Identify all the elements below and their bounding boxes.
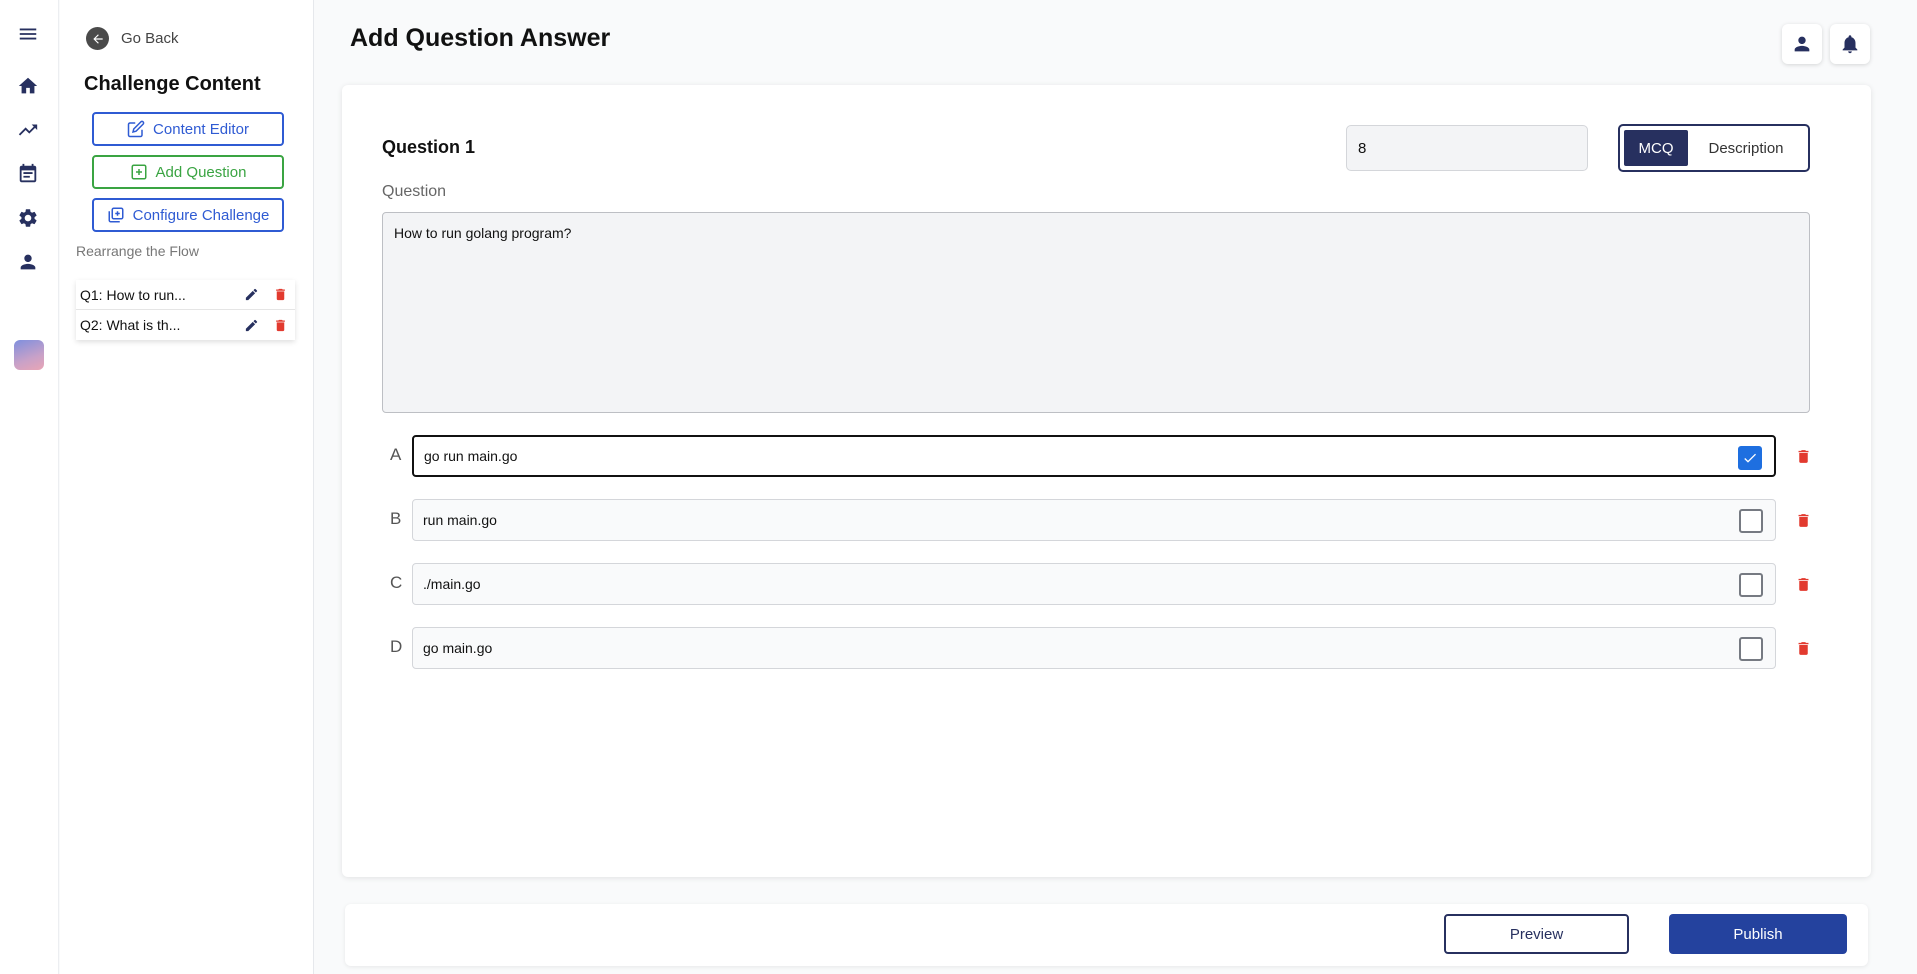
configure-challenge-button[interactable]: Configure Challenge [92,198,284,232]
go-back-label: Go Back [121,30,179,47]
trash-icon[interactable] [1793,446,1813,466]
trash-icon[interactable] [1793,574,1813,594]
trending-icon[interactable] [14,116,42,144]
answer-field [412,627,1776,669]
page-title: Add Question Answer [350,24,611,52]
gear-icon[interactable] [14,204,42,232]
person-icon [1794,36,1810,52]
answer-row-d: D [382,627,1852,669]
trash-icon[interactable] [1793,638,1813,658]
trash-icon[interactable] [269,314,291,336]
trash-icon[interactable] [269,284,291,306]
answer-letter: B [390,509,402,528]
plus-square-icon [131,164,147,180]
correct-answer-checkbox[interactable] [1739,573,1763,597]
add-question-label: Add Question [155,163,247,181]
answer-input-a[interactable] [424,437,1704,475]
correct-answer-checkbox[interactable] [1738,446,1762,470]
trash-icon[interactable] [1793,510,1813,530]
type-option-mcq[interactable]: MCQ [1624,130,1688,166]
check-icon [1744,453,1756,463]
answer-row-b: B [382,499,1852,541]
configure-challenge-label: Configure Challenge [132,206,270,224]
question-title: Question 1 [382,137,476,157]
content-editor-label: Content Editor [153,120,249,138]
question-flow-list: Q1: How to run... Q2: What is th... [76,280,295,340]
answer-letter: D [390,637,403,656]
question-item-label: Q1: How to run... [80,286,186,303]
copy-settings-icon [108,207,124,223]
answer-input-d[interactable] [423,628,1703,668]
bell-icon [1842,35,1858,54]
correct-answer-checkbox[interactable] [1739,637,1763,661]
content-sidebar: Go Back Challenge Content Content Editor… [60,0,314,974]
answer-field [412,563,1776,605]
profile-button[interactable] [1782,24,1822,64]
answer-letter: C [390,573,403,592]
home-icon[interactable] [14,72,42,100]
type-option-description[interactable]: Description [1688,130,1804,166]
rearrange-label: Rearrange the Flow [76,243,199,259]
answer-row-c: C [382,563,1852,605]
question-textarea[interactable]: How to run golang program? [382,212,1810,413]
content-editor-button[interactable]: Content Editor [92,112,284,146]
list-item[interactable]: Q1: How to run... [76,280,295,310]
pencil-icon[interactable] [240,314,262,336]
notifications-button[interactable] [1830,24,1870,64]
preview-button[interactable]: Preview [1444,914,1629,954]
menu-icon[interactable] [14,20,42,48]
answer-input-c[interactable] [423,564,1703,604]
edit-icon [127,120,145,138]
answer-input-b[interactable] [423,500,1703,540]
question-item-label: Q2: What is th... [80,317,181,333]
question-type-toggle: MCQ Description [1618,124,1810,172]
pencil-icon[interactable] [240,284,262,306]
answer-letter: A [390,445,402,464]
list-item[interactable]: Q2: What is th... [76,310,295,340]
action-bar: Preview Publish [345,904,1868,966]
answer-field [412,499,1776,541]
person-icon[interactable] [14,248,42,276]
sidebar-heading: Challenge Content [84,73,261,95]
correct-answer-checkbox[interactable] [1739,509,1763,533]
answer-field [412,435,1776,477]
app-logo-tile[interactable] [14,340,44,370]
calendar-icon[interactable] [14,160,42,188]
go-back-link[interactable]: Go Back [86,27,179,50]
publish-button[interactable]: Publish [1669,914,1847,954]
points-input[interactable] [1346,125,1588,171]
question-label: Question [382,183,447,200]
arrow-left-icon [86,27,109,50]
icon-rail [0,0,59,974]
answer-row-a: A [382,435,1852,477]
add-question-button[interactable]: Add Question [92,155,284,189]
question-editor-card: Question 1 MCQ Description Question How … [342,85,1871,877]
